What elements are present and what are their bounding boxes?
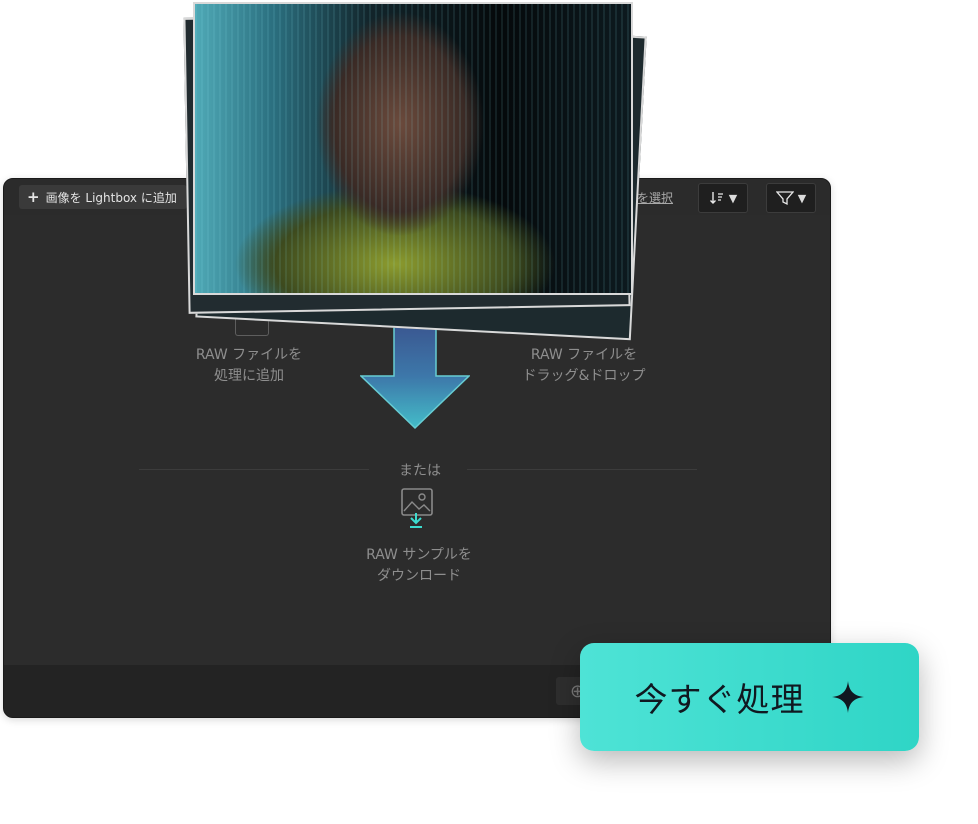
add-to-lightbox-button[interactable]: + 画像を Lightbox に追加 xyxy=(19,185,187,209)
download-sample-option[interactable]: RAW サンプルを ダウンロード xyxy=(334,545,504,587)
neon-wall-pattern xyxy=(195,4,631,293)
process-now-label: 今すぐ処理 xyxy=(634,680,805,719)
add-raw-option[interactable]: RAW ファイルを 処理に追加 xyxy=(174,345,324,387)
filter-button[interactable]: ▼ xyxy=(766,183,816,213)
filter-icon xyxy=(775,191,794,206)
or-separator: または xyxy=(399,463,441,479)
sort-button[interactable]: ▼ xyxy=(698,183,748,213)
add-to-lightbox-label: 画像を Lightbox に追加 xyxy=(45,190,177,205)
sparkle-icon xyxy=(831,681,864,713)
chevron-down-icon: ▼ xyxy=(728,191,738,205)
drag-drop-option: RAW ファイルを ドラッグ&ドロップ xyxy=(522,347,646,384)
plus-icon: + xyxy=(27,187,40,206)
divider-left xyxy=(139,469,369,470)
divider-right xyxy=(467,469,697,470)
sort-icon xyxy=(709,192,723,204)
select-link[interactable]: を選択 xyxy=(637,189,673,206)
chevron-down-icon: ▼ xyxy=(797,191,807,205)
image-download-icon[interactable] xyxy=(400,487,440,533)
process-now-button[interactable]: 今すぐ処理 xyxy=(580,643,919,751)
portrait-photo xyxy=(193,2,633,295)
